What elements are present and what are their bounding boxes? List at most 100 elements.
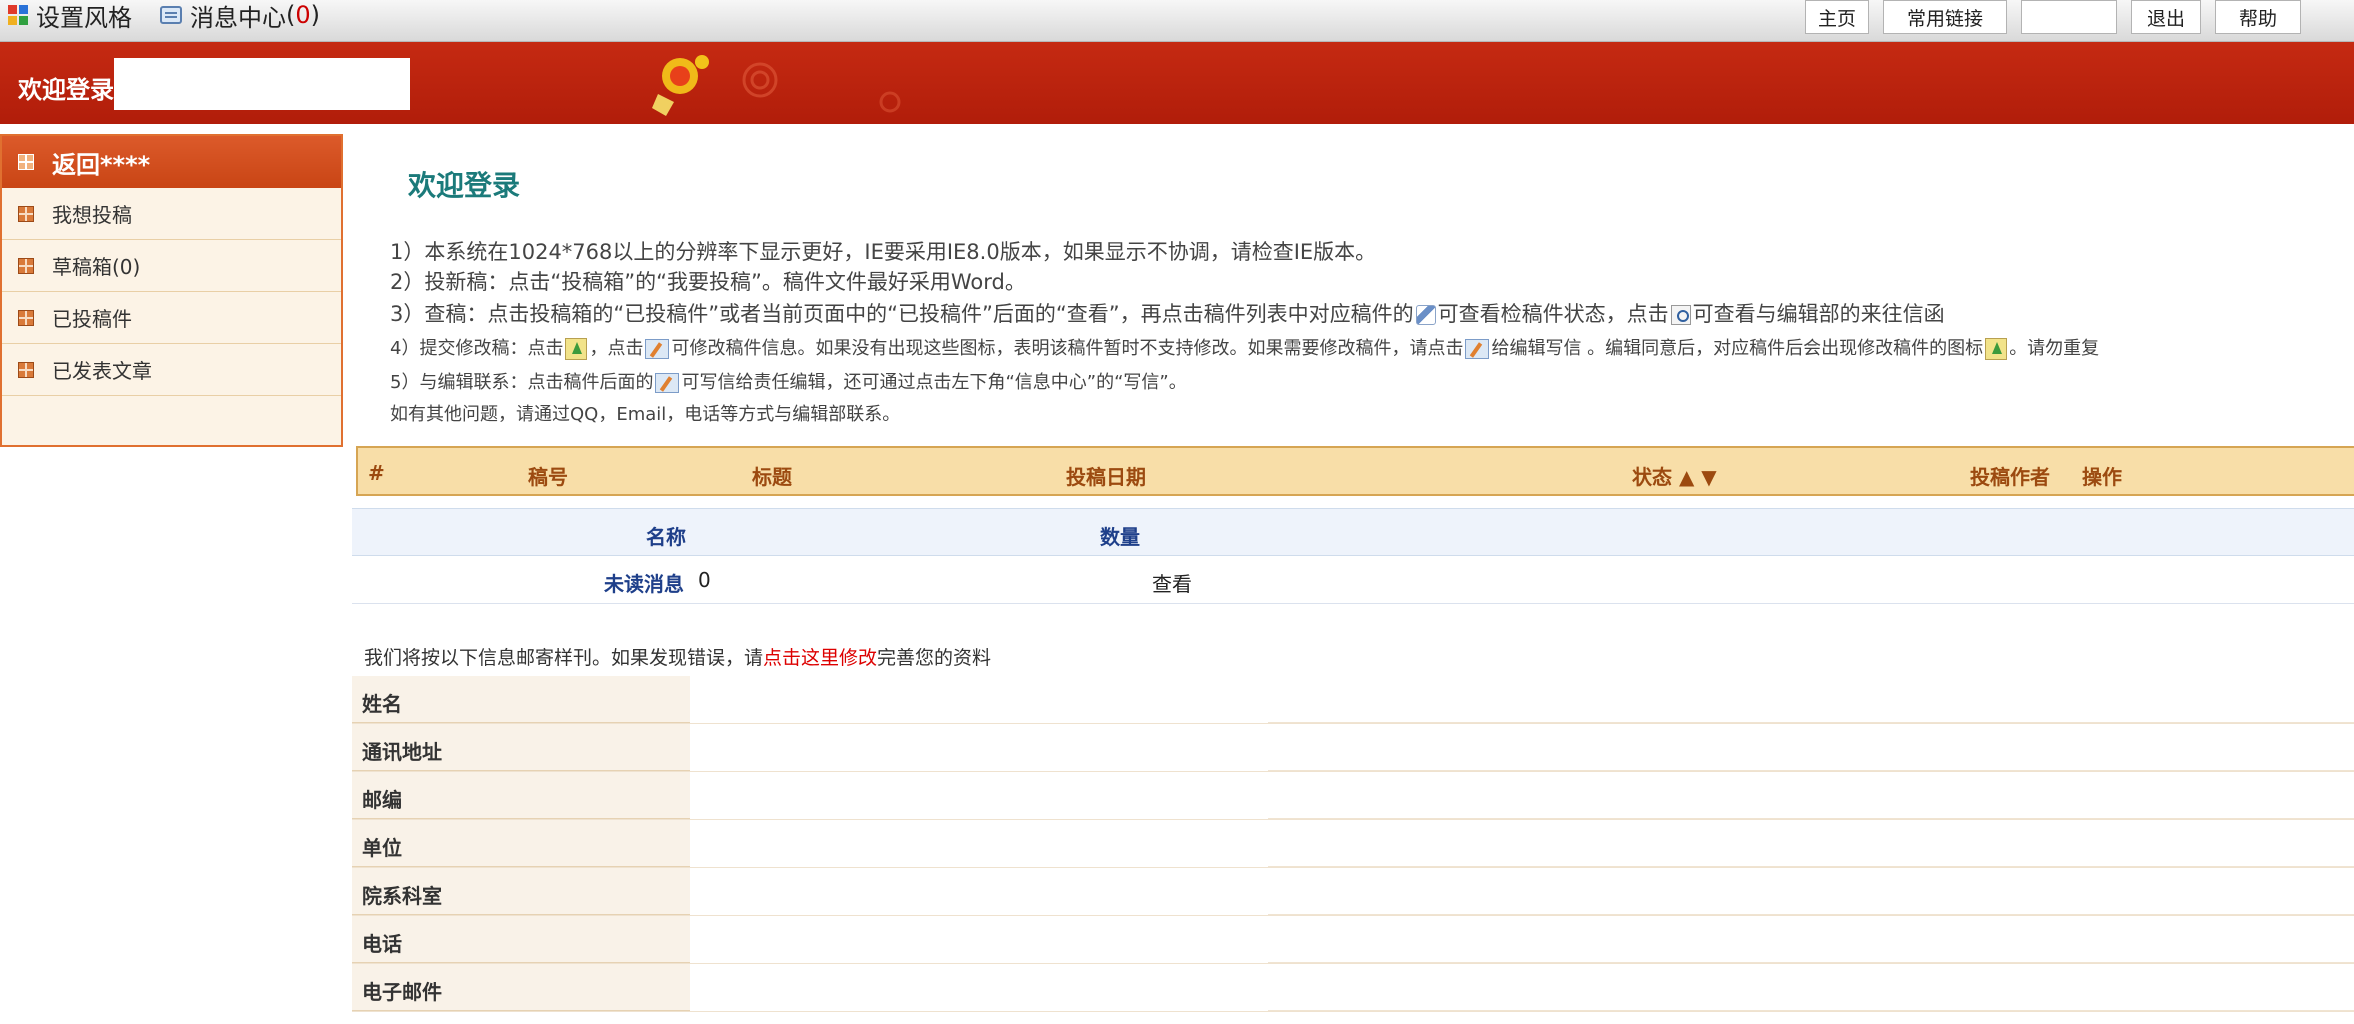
tip-3-text-b: 可查看检稿件状态，点击 [1437, 302, 1669, 326]
field-value [690, 820, 1268, 867]
top-toolbar: 设置风格 消息中心(0) 主页 常用链接 退出 帮助 [0, 0, 2354, 42]
field-label: 院系科室 [352, 868, 690, 915]
write-letter-icon [1465, 339, 1490, 359]
page-title: 欢迎登录 [408, 169, 521, 202]
message-paren-open: ( [286, 1, 296, 29]
view-messages-link[interactable]: 查看 [1152, 568, 1192, 597]
tip-4-text-a: 4）提交修改稿：点击 [390, 338, 564, 359]
message-center-link[interactable]: 消息中心 [190, 0, 286, 33]
row-filler [1268, 724, 2354, 771]
tip-4-text-e: 。请勿重复 [2009, 338, 2100, 359]
col-status-sort[interactable]: 状态 ▲ ▼ [1632, 461, 1717, 490]
table-row: 邮编 [352, 772, 2354, 820]
field-value [690, 868, 1268, 915]
sidebar-back[interactable]: 返回**** [2, 136, 341, 188]
username-box [114, 58, 410, 110]
table-row: 通讯地址 [352, 724, 2354, 772]
field-value [690, 724, 1268, 771]
header-banner: 欢迎登录 [0, 42, 2354, 124]
sidebar-item-submitted[interactable]: 已投稿件 [2, 292, 341, 344]
profile-note-prefix: 我们将按以下信息邮寄样刊。如果发现错误，请 [364, 647, 764, 669]
row-filler [1268, 820, 2354, 867]
write-editor-icon [655, 373, 680, 393]
view-letters-icon [1670, 305, 1691, 325]
messages-table: 名称 数量 未读消息 0 查看 [352, 508, 2354, 604]
tip-4-text-c: 可修改稿件信息。如果没有出现这些图标，表明该稿件暂时不支持修改。如果需要修改稿件… [671, 338, 1464, 359]
back-icon [18, 154, 34, 170]
profile-note: 我们将按以下信息邮寄样刊。如果发现错误，请点击这里修改完善您的资料 [364, 643, 991, 670]
menu-square-icon [18, 205, 34, 222]
sidebar-item-label: 我想投稿 [52, 203, 132, 227]
col-code[interactable]: 稿号 [528, 461, 568, 490]
sidebar: 返回**** 我想投稿 草稿箱(0) 已投稿件 已发表文章 [0, 134, 343, 447]
table-row: 电话 [352, 916, 2354, 964]
tip-1: 1）本系统在1024*768以上的分辨率下显示更好，IE要采用IE8.0版本，如… [390, 240, 1377, 264]
col-author[interactable]: 投稿作者 [1970, 461, 2050, 490]
field-label: 邮编 [352, 772, 690, 819]
help-button[interactable]: 帮助 [2215, 0, 2301, 34]
messages-header-row: 名称 数量 [352, 508, 2354, 556]
field-value [690, 772, 1268, 819]
logout-button[interactable]: 退出 [2131, 0, 2201, 34]
toolbar-left: 设置风格 消息中心(0) [8, 0, 321, 33]
field-value [690, 916, 1268, 963]
field-label: 电子邮件 [352, 964, 690, 1011]
table-row: 未读消息 0 查看 [352, 556, 2354, 604]
menu-square-icon [18, 309, 34, 326]
profile-table: 姓名 通讯地址 邮编 单位 院系科室 电话 电子邮件 [352, 676, 2354, 1012]
messages-col-count: 数量 [1100, 525, 1140, 549]
sidebar-item-published[interactable]: 已发表文章 [2, 344, 341, 396]
table-row: 电子邮件 [352, 964, 2354, 1012]
row-filler [1268, 916, 2354, 963]
col-action: 操作 [2082, 465, 2122, 489]
sidebar-back-label: 返回**** [52, 150, 151, 179]
upload-revision-icon-2 [1985, 338, 2008, 360]
sidebar-item-label: 已投稿件 [52, 307, 132, 331]
table-row: 院系科室 [352, 868, 2354, 916]
message-center-icon[interactable] [160, 6, 182, 24]
profile-note-suffix: 完善您的资料 [877, 647, 992, 669]
toolbar-buttons: 主页 常用链接 退出 帮助 [1805, 0, 2315, 34]
style-settings-icon[interactable] [8, 5, 28, 25]
field-label: 单位 [352, 820, 690, 867]
field-label: 姓名 [352, 676, 690, 723]
table-row: 姓名 [352, 676, 2354, 724]
message-paren-close: ) [310, 1, 321, 29]
field-value [690, 964, 1268, 1011]
tip-2: 2）投新稿：点击“投稿箱”的“我要投稿”。稿件文件最好采用Word。 [390, 270, 1026, 294]
tip-6: 如有其他问题，请通过QQ，Email，电话等方式与编辑部联系。 [390, 404, 901, 425]
view-status-icon [1415, 305, 1436, 325]
messages-col-name: 名称 [646, 525, 686, 549]
tip-5: 5）与编辑联系：点击稿件后面的 可写信给责任编辑，还可通过点击左下角“信息中心”的… [390, 368, 1187, 394]
banner-decoration-icon [652, 55, 901, 116]
banner-welcome: 欢迎登录 [18, 76, 114, 104]
sidebar-item-label: 草稿箱(0) [52, 255, 141, 279]
table-row: 单位 [352, 820, 2354, 868]
field-label: 电话 [352, 916, 690, 963]
col-number: # [368, 461, 385, 485]
links-button[interactable]: 常用链接 [1883, 0, 2007, 34]
tip-3-text-a: 3）查稿：点击投稿箱的“已投稿件”或者当前页面中的“已投稿件”后面的“查看”，再… [390, 302, 1414, 326]
row-filler [1268, 868, 2354, 915]
menu-square-icon [18, 361, 34, 378]
style-settings-link[interactable]: 设置风格 [36, 0, 132, 33]
tip-4-text-d: 给编辑写信 。编辑同意后，对应稿件后会出现修改稿件的图标 [1491, 338, 1984, 359]
field-value [690, 676, 1268, 723]
tip-5-text-a: 5）与编辑联系：点击稿件后面的 [390, 372, 654, 393]
col-title[interactable]: 标题 [752, 461, 792, 490]
unread-messages-label: 未读消息 [604, 572, 684, 596]
tip-4-text-b: ，点击 [589, 338, 644, 359]
unread-messages-count: 0 [698, 568, 711, 592]
manuscripts-table-header: # 稿号 标题 投稿日期 状态 ▲ ▼ 投稿作者 操作 [356, 446, 2354, 496]
blank-button[interactable] [2021, 0, 2117, 34]
upload-revision-icon [565, 338, 588, 360]
sidebar-item-drafts[interactable]: 草稿箱(0) [2, 240, 341, 292]
page-root: 设置风格 消息中心(0) 主页 常用链接 退出 帮助 欢迎登录 返回**** 我… [0, 0, 2354, 1024]
menu-square-icon [18, 257, 34, 274]
message-count-badge: 0 [295, 1, 311, 29]
col-date[interactable]: 投稿日期 [1066, 461, 1146, 490]
row-filler [1268, 772, 2354, 819]
sidebar-item-submit[interactable]: 我想投稿 [2, 188, 341, 240]
home-button[interactable]: 主页 [1805, 0, 1869, 34]
edit-profile-link[interactable]: 点击这里修改 [763, 647, 877, 669]
